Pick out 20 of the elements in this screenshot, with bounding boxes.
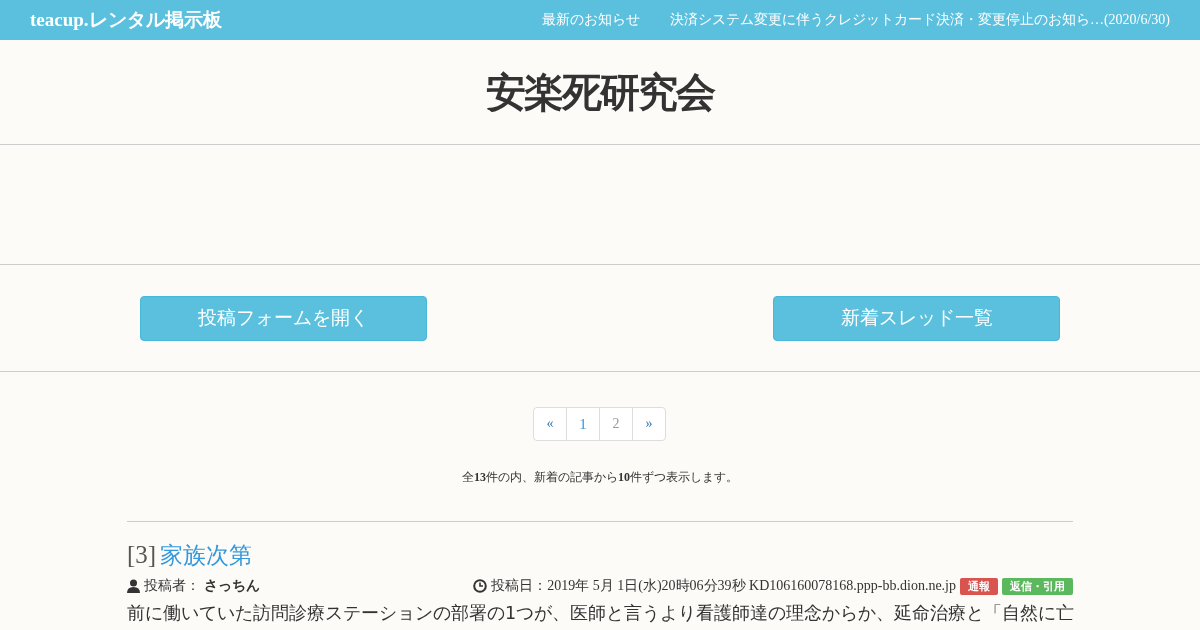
post-number: [3] bbox=[127, 541, 157, 569]
action-button[interactable]: 投稿フォームを開く bbox=[140, 295, 427, 341]
post-count-text: 全13件の内、新着の記事から10件ずつ表示します。 bbox=[461, 469, 739, 486]
author-name: さっちん bbox=[204, 577, 260, 595]
post-body: 前に働いていた訪問診療ステーションの部署の1つが、医師と言うより看護師達の理念からか、延命治療と「自然に亡 bbox=[127, 603, 1073, 624]
user-icon bbox=[127, 579, 140, 593]
board-title: 安楽死研究会 bbox=[486, 67, 714, 117]
page-link[interactable]: « bbox=[533, 407, 567, 441]
page-link[interactable]: » bbox=[632, 407, 666, 441]
author-label: 投稿者： bbox=[144, 577, 200, 595]
post-action-badge[interactable]: 通報 bbox=[960, 577, 998, 595]
brand-logo[interactable]: teacup.レンタル掲示板 bbox=[30, 7, 222, 33]
post-title-link[interactable]: 家族次第 bbox=[160, 540, 253, 571]
page-link[interactable]: 1 bbox=[566, 407, 600, 441]
post-date: 投稿日：2019年 5月 1日(水)20時06分39秒 KD106160078168.ppp-bb.dion.ne.jp bbox=[491, 577, 956, 595]
nav-link[interactable]: 最新のお知らせ bbox=[541, 11, 640, 29]
nav-link[interactable]: 決済システム変更に伴うクレジットカード決済・変更停止のお知ら…(2020/6/30) bbox=[669, 11, 1170, 29]
post-action-badge[interactable]: 返信・引用 bbox=[1002, 577, 1073, 595]
clock-icon bbox=[473, 579, 488, 593]
action-button[interactable]: 新着スレッド一覧 bbox=[773, 295, 1060, 341]
